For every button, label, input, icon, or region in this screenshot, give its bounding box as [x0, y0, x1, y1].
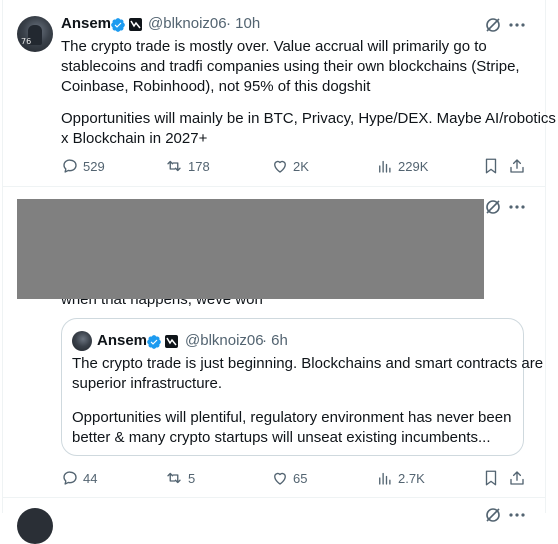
avatar-caption: 76 — [21, 37, 32, 46]
like-count: 65 — [293, 470, 308, 486]
reply-count: 44 — [83, 470, 98, 486]
tweet-separator — [3, 497, 545, 498]
tweet-line: stablecoins and tradfi companies using t… — [61, 58, 520, 75]
verified-badge-icon — [147, 335, 161, 349]
quoted-line: superior infrastructure. — [72, 375, 223, 392]
bookmark-icon[interactable] — [482, 157, 500, 175]
share-icon[interactable] — [508, 469, 526, 487]
views-icon — [379, 472, 391, 485]
quoted-line: The crypto trade is just beginning. Bloc… — [72, 355, 544, 372]
quoted-line-break — [72, 394, 543, 408]
views-button[interactable]: 2.7K — [376, 469, 425, 487]
views-icon — [379, 160, 391, 173]
share-icon[interactable] — [508, 157, 526, 175]
repost-icon — [167, 160, 181, 172]
author-name[interactable]: Ansem — [61, 15, 111, 32]
like-icon — [274, 160, 286, 173]
tweet-text: The crypto trade is mostly over. Value a… — [61, 37, 556, 149]
views-count: 229K — [398, 158, 429, 174]
like-icon — [274, 472, 286, 485]
avatar[interactable] — [17, 508, 53, 544]
views-count: 2.7K — [398, 470, 425, 486]
tweet-separator — [3, 186, 545, 187]
tweet-time[interactable]: · 10h — [226, 15, 260, 32]
affiliate-badge-icon[interactable] — [129, 18, 142, 31]
tweet-line-break — [61, 97, 556, 109]
like-count: 2K — [293, 158, 309, 174]
tweet-line: Coinbase, Robinhood), not 95% of this do… — [61, 78, 371, 95]
reply-icon — [63, 471, 77, 485]
bookmark-icon[interactable] — [482, 469, 500, 487]
reply-icon — [63, 159, 77, 173]
quoted-author-name: Ansem — [97, 332, 148, 349]
quoted-line: better & many crypto startups will unsea… — [72, 429, 491, 446]
verified-badge-icon — [111, 18, 125, 32]
like-button[interactable]: 2K — [271, 157, 309, 175]
more-icon[interactable] — [507, 507, 527, 523]
quoted-tweet-time: · 6h — [262, 332, 288, 349]
affiliate-badge-icon — [165, 335, 178, 348]
tweet-line: x Blockchain in 2027+ — [61, 130, 208, 147]
repost-count: 178 — [188, 158, 210, 174]
redaction-block — [17, 199, 484, 299]
like-button[interactable]: 65 — [271, 469, 307, 487]
reply-button[interactable]: 529 — [61, 157, 105, 175]
tweet-line: Opportunities will mainly be in BTC, Pri… — [61, 110, 556, 127]
reply-count: 529 — [83, 158, 105, 174]
more-icon[interactable] — [507, 199, 527, 215]
repost-icon — [167, 472, 181, 484]
avatar — [72, 331, 92, 351]
repost-count: 5 — [188, 470, 196, 486]
grok-icon[interactable] — [483, 15, 503, 35]
repost-button[interactable]: 178 — [164, 157, 210, 175]
timeline-left-border — [2, 0, 3, 513]
more-icon[interactable] — [507, 17, 527, 33]
grok-icon[interactable] — [483, 505, 503, 525]
tweet-line: The crypto trade is mostly over. Value a… — [61, 38, 487, 55]
quoted-line: Opportunities will plentiful, regulatory… — [72, 409, 512, 426]
quoted-author-handle: @blknoiz06 — [185, 332, 264, 349]
avatar[interactable]: 76 — [17, 16, 53, 52]
quoted-tweet-text: The crypto trade is just beginning. Bloc… — [72, 354, 543, 448]
views-button[interactable]: 229K — [376, 157, 428, 175]
repost-button[interactable]: 5 — [164, 469, 195, 487]
author-handle[interactable]: @blknoiz06 — [148, 15, 227, 32]
grok-icon[interactable] — [483, 197, 503, 217]
reply-button[interactable]: 44 — [61, 469, 97, 487]
